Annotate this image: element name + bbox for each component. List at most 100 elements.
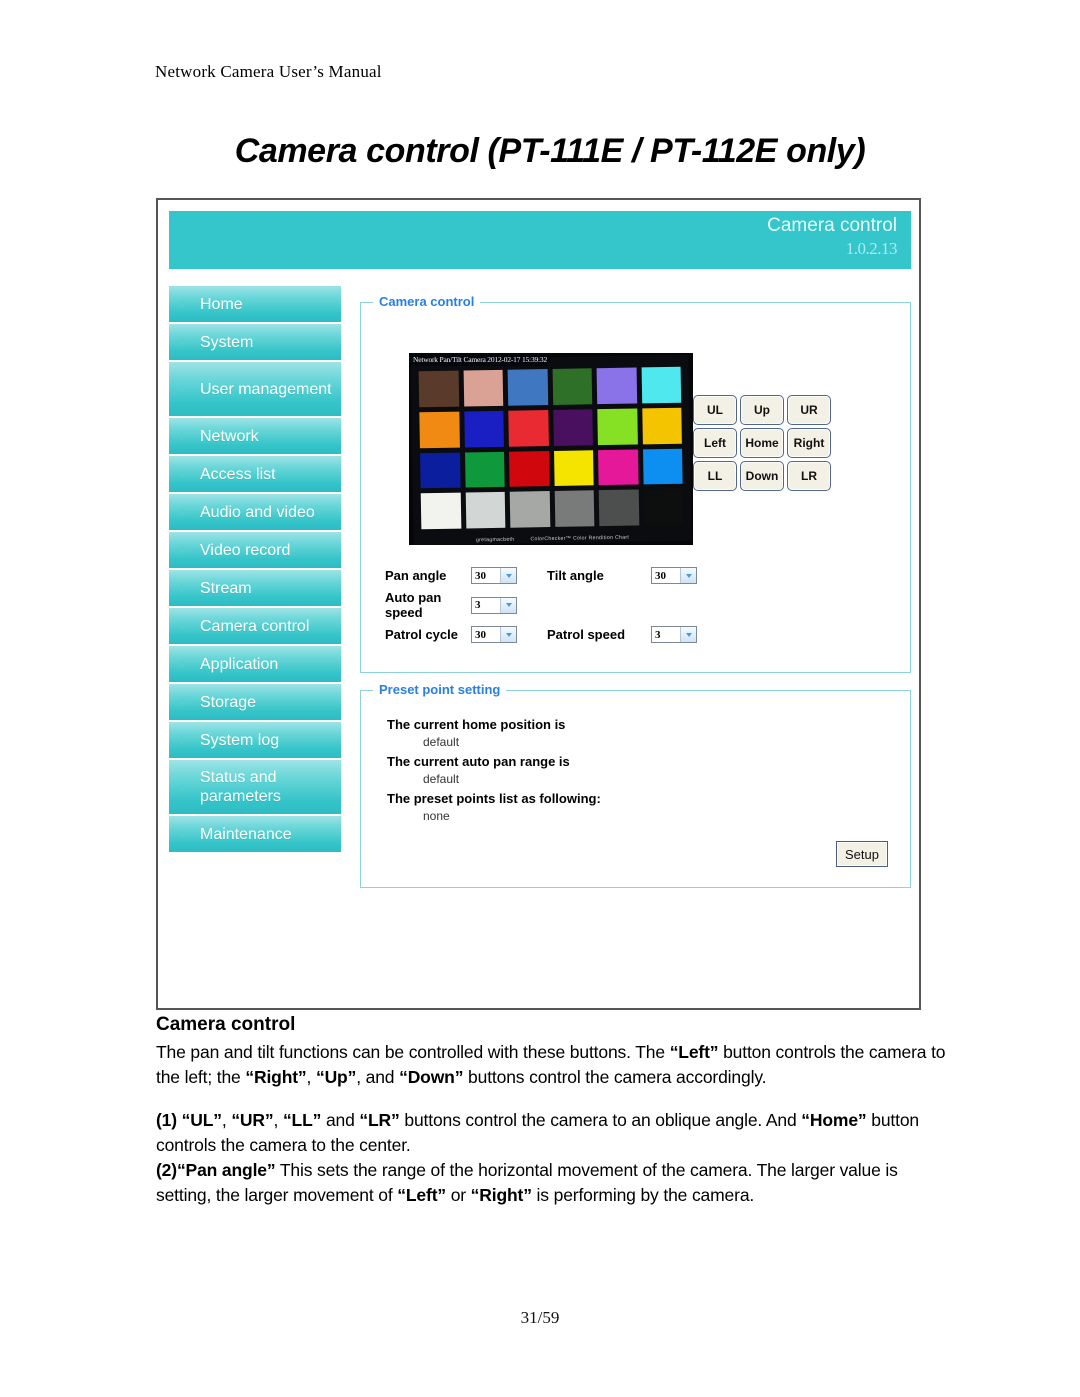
patrol-speed-select[interactable]: 3: [651, 626, 697, 643]
text-run: ,: [306, 1067, 316, 1087]
pan-angle-select[interactable]: 30: [471, 567, 517, 584]
paragraph-intro: The pan and tilt functions can be contro…: [156, 1040, 946, 1090]
swatch: [552, 368, 593, 405]
text-run: , and: [356, 1067, 400, 1087]
sidebar-item-camera-control[interactable]: Camera control: [169, 608, 341, 644]
sidebar-item-network[interactable]: Network: [169, 418, 341, 454]
swatch: [598, 489, 639, 527]
swatch: [509, 491, 550, 528]
caret-right-icon: [181, 584, 186, 592]
sidebar-item-label: Stream: [200, 579, 252, 597]
sidebar-item-home[interactable]: Home: [169, 286, 341, 322]
patrol-cycle-label: Patrol cycle: [385, 627, 458, 642]
sidebar-item-label: Home: [200, 295, 243, 313]
caret-right-icon: [181, 470, 186, 478]
video-osd-text: Network Pan/Tilt Camera 2012-02-17 15:39…: [409, 354, 551, 366]
sidebar-item-system[interactable]: System: [169, 324, 341, 360]
pan-angle-value: 30: [475, 569, 486, 582]
video-surface: gretagmacbeth ColorChecker™ Color Renditi…: [409, 353, 693, 545]
sidebar-item-label: Application: [200, 655, 279, 673]
text-run: ,: [273, 1110, 283, 1130]
swatch: [507, 369, 548, 406]
sidebar-item-label: Storage: [200, 693, 257, 711]
swatch: [420, 492, 461, 530]
swatch: [508, 409, 549, 447]
sidebar-item-status-and-parameters[interactable]: Status and parameters: [169, 760, 341, 814]
sidebar-item-label: System: [200, 333, 254, 351]
text-run-bold: “Down”: [399, 1067, 464, 1087]
app-header-version: 1.0.2.13: [845, 239, 898, 258]
swatch: [419, 411, 460, 448]
caret-right-icon: [181, 432, 186, 440]
pan-down-button[interactable]: Down: [740, 461, 784, 491]
pan-up-button[interactable]: Up: [740, 395, 784, 425]
sidebar-item-audio-and-video[interactable]: Audio and video: [169, 494, 341, 530]
colorchecker-chart-name: ColorChecker™ Color Rendition Chart: [530, 534, 630, 543]
camera-control-panel-legend: Camera control: [373, 294, 481, 309]
video-preview[interactable]: gretagmacbeth ColorChecker™ Color Renditi…: [409, 353, 693, 545]
sidebar-item-system-log[interactable]: System log: [169, 722, 341, 758]
text-run-bold: “Right”: [245, 1067, 307, 1087]
sidebar-item-label: System log: [200, 731, 280, 749]
caret-right-icon: [181, 508, 186, 516]
sidebar-item-access-list[interactable]: Access list: [169, 456, 341, 492]
sidebar-item-video-record[interactable]: Video record: [169, 532, 341, 568]
patrol-speed-value: 3: [655, 628, 661, 641]
text-run-bold: “LR”: [359, 1110, 400, 1130]
preset-point-setting-panel: Preset point setting The current home po…: [360, 682, 911, 888]
chevron-down-icon: [500, 568, 516, 583]
patrol-cycle-select[interactable]: 30: [471, 626, 517, 643]
tilt-angle-value: 30: [655, 569, 666, 582]
text-run-bold: “Up”: [315, 1067, 357, 1087]
sidebar: Home System User management Network Acce…: [169, 286, 341, 854]
text-run: ,: [221, 1110, 232, 1130]
sidebar-item-storage[interactable]: Storage: [169, 684, 341, 720]
colorchecker-swatch-grid: [418, 366, 684, 530]
text-run-bold: “UL”: [181, 1110, 222, 1130]
auto-pan-speed-select[interactable]: 3: [471, 596, 517, 614]
sidebar-item-label: Audio and video: [200, 503, 315, 521]
swatch: [596, 367, 637, 404]
section-title: Camera control: [156, 1014, 296, 1035]
swatch: [641, 407, 682, 444]
sidebar-item-user-management[interactable]: User management: [169, 362, 341, 416]
sidebar-item-label: Status and parameters: [200, 769, 281, 805]
tilt-angle-label: Tilt angle: [547, 568, 604, 583]
text-run-bold: “Pan angle”: [176, 1160, 276, 1180]
pan-right-button[interactable]: Right: [787, 428, 831, 458]
page-title: Camera control (PT-111E / PT-112E only): [234, 132, 866, 170]
preset-panel-body: The current home position is default The…: [387, 717, 890, 828]
text-run-bold: (1): [156, 1110, 182, 1130]
sidebar-item-label: Network: [200, 427, 259, 445]
swatch: [420, 452, 461, 489]
pan-upper-left-button[interactable]: UL: [693, 395, 737, 425]
caret-right-icon: [181, 783, 186, 791]
text-run: buttons control the camera to an oblique…: [399, 1110, 802, 1130]
pan-upper-right-button[interactable]: UR: [787, 395, 831, 425]
param-row-pan-tilt-angle: Pan angle 30 Tilt angle 30: [385, 567, 885, 584]
pan-lower-left-button[interactable]: LL: [693, 461, 737, 491]
swatch: [597, 408, 638, 445]
swatch: [642, 448, 683, 485]
colorchecker-brand: gretagmacbeth: [475, 536, 515, 544]
text-run-bold: “Left”: [669, 1042, 719, 1062]
sidebar-item-application[interactable]: Application: [169, 646, 341, 682]
caret-right-icon: [181, 698, 186, 706]
pan-left-button[interactable]: Left: [693, 428, 737, 458]
app-header-title: Camera control: [767, 215, 897, 236]
colorchecker-chart: gretagmacbeth ColorChecker™ Color Renditi…: [410, 354, 692, 545]
pan-home-button[interactable]: Home: [740, 428, 784, 458]
caret-right-icon: [181, 622, 186, 630]
tilt-angle-select[interactable]: 30: [651, 567, 697, 584]
swatch: [509, 450, 550, 487]
sidebar-item-maintenance[interactable]: Maintenance: [169, 816, 341, 852]
sidebar-item-label: Camera control: [200, 617, 310, 635]
text-run: buttons control the camera accordingly.: [463, 1067, 767, 1087]
setup-button[interactable]: Setup: [836, 841, 888, 867]
chevron-down-icon: [680, 627, 696, 642]
pan-lower-right-button[interactable]: LR: [787, 461, 831, 491]
sidebar-item-stream[interactable]: Stream: [169, 570, 341, 606]
chevron-down-icon: [500, 627, 516, 642]
swatch: [641, 366, 682, 404]
text-run-bold: “LL”: [282, 1110, 322, 1130]
